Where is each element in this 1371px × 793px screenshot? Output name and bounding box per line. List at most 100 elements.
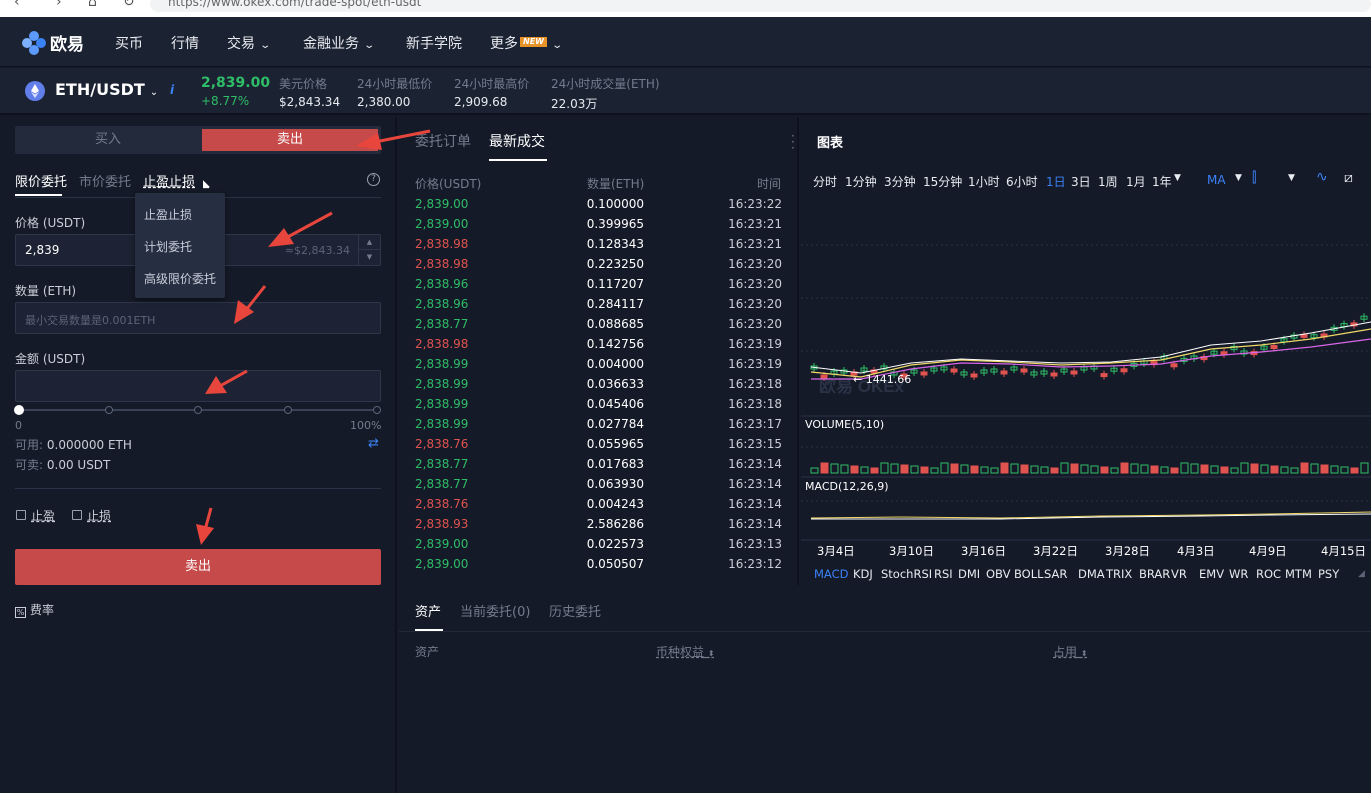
header-occupied[interactable]: 占用 ⬍ bbox=[1053, 643, 1088, 660]
trade-quantity: 0.055965 bbox=[586, 437, 644, 451]
volume-bar bbox=[830, 463, 839, 474]
trade-row: 2,838.93 2.586286 16:23:14 bbox=[399, 517, 799, 537]
available-balance: 可用: 0.000000 ETH bbox=[15, 438, 132, 452]
indicator-option[interactable]: SAR bbox=[1044, 567, 1067, 581]
nav-item-academy[interactable]: 新手学院 bbox=[406, 33, 462, 53]
reload-icon[interactable]: ↻ bbox=[123, 0, 135, 10]
sell-button[interactable]: 卖出 bbox=[15, 549, 381, 585]
brand-logo[interactable]: 欧易 bbox=[22, 30, 84, 55]
tab-stop-order[interactable]: 止盈止损 ◣ bbox=[143, 171, 210, 190]
volume-bar bbox=[1120, 462, 1129, 474]
slider-step-75[interactable] bbox=[284, 406, 292, 414]
indicator-option[interactable]: OBV bbox=[986, 567, 1010, 581]
sellable-balance: 可卖: 0.00 USDT bbox=[15, 458, 111, 472]
nav-item-buy-crypto[interactable]: 买币 bbox=[115, 33, 143, 53]
date-tick-label: 4月3日 bbox=[1177, 544, 1215, 557]
sort-icon: ⬍ bbox=[1080, 649, 1088, 658]
tab-open-orders[interactable]: 当前委托(0) bbox=[460, 601, 530, 620]
header-equity[interactable]: 币种权益 ⬍ bbox=[656, 643, 715, 660]
resize-handle-icon[interactable]: ◢ bbox=[1358, 569, 1365, 579]
volume-bar bbox=[1240, 462, 1249, 474]
tab-order-book[interactable]: 委托订单 bbox=[415, 131, 471, 151]
trade-quantity: 0.399965 bbox=[586, 217, 644, 231]
nav-item-trade[interactable]: 交易 ⌄ bbox=[227, 33, 271, 53]
indicator-option[interactable]: StochRSI bbox=[881, 567, 932, 581]
address-bar[interactable]: https://www.okex.com/trade-spot/eth-usdt bbox=[150, 0, 1371, 12]
back-icon[interactable]: ‹ bbox=[14, 0, 20, 10]
caret-icon: ◣ bbox=[203, 179, 210, 189]
trade-row: 2,838.99 0.036633 16:23:18 bbox=[399, 377, 799, 397]
quantity-input[interactable]: 最小交易数量是0.001ETH bbox=[15, 302, 381, 334]
home-icon[interactable]: ⌂ bbox=[88, 0, 97, 10]
fee-rate-link[interactable]: % 费率 bbox=[15, 601, 54, 618]
trade-time: 16:23:12 bbox=[728, 557, 782, 571]
dropdown-item-advanced-limit[interactable]: 高级限价委托 bbox=[144, 270, 216, 287]
indicator-option[interactable]: BOLL bbox=[1014, 567, 1044, 581]
price-stepper[interactable]: ▲ ▼ bbox=[358, 235, 380, 265]
decrement-icon[interactable]: ▼ bbox=[359, 250, 380, 265]
increment-icon[interactable]: ▲ bbox=[359, 235, 380, 250]
stop-loss-checkbox[interactable] bbox=[72, 510, 82, 520]
take-profit-label[interactable]: 止盈 bbox=[31, 507, 55, 524]
indicator-option[interactable]: TRIX bbox=[1106, 567, 1132, 581]
forward-icon[interactable]: › bbox=[56, 0, 62, 10]
tab-order-history[interactable]: 历史委托 bbox=[549, 601, 601, 620]
tab-market-order[interactable]: 市价委托 bbox=[79, 171, 131, 190]
kline-chart[interactable]: 欧易 OKEx ← 1441.66 VOLUME(5,10) MACD(12,2… bbox=[801, 117, 1371, 557]
volume-bar bbox=[940, 462, 949, 474]
volume-bar bbox=[1200, 464, 1209, 474]
pair-selector[interactable]: ETH/USDT ⌄ bbox=[55, 80, 158, 99]
slider-step-100[interactable] bbox=[373, 406, 381, 414]
volume-bar bbox=[1160, 466, 1169, 474]
trade-price: 2,838.98 bbox=[415, 257, 469, 271]
tab-assets[interactable]: 资产 bbox=[415, 601, 441, 620]
indicator-option[interactable]: EMV bbox=[1199, 567, 1224, 581]
indicator-option[interactable]: ROC bbox=[1256, 567, 1281, 581]
slider-max-label: 100% bbox=[350, 419, 382, 432]
slider-handle[interactable] bbox=[14, 405, 24, 415]
volume-bar bbox=[1040, 466, 1049, 474]
indicator-option[interactable]: DMI bbox=[958, 567, 980, 581]
trade-quantity: 0.022573 bbox=[586, 537, 644, 551]
indicator-option[interactable]: MACD bbox=[814, 567, 848, 581]
more-vertical-icon[interactable]: · · · bbox=[791, 130, 795, 154]
trade-row: 2,839.00 0.050507 16:23:12 bbox=[399, 557, 799, 577]
date-tick-label: 3月16日 bbox=[961, 544, 1006, 557]
sell-tab[interactable]: 卖出 bbox=[202, 129, 378, 151]
buy-tab[interactable]: 买入 bbox=[15, 126, 201, 154]
indicator-option[interactable]: BRAR bbox=[1139, 567, 1170, 581]
volume-bar bbox=[1220, 466, 1229, 474]
amount-input[interactable] bbox=[15, 370, 381, 402]
volume-bar bbox=[1130, 463, 1139, 474]
indicator-option[interactable]: DMA bbox=[1078, 567, 1105, 581]
indicator-option[interactable]: PSY bbox=[1318, 567, 1339, 581]
stop-loss-label[interactable]: 止损 bbox=[87, 507, 111, 524]
nav-item-finance[interactable]: 金融业务 ⌄ bbox=[303, 33, 375, 53]
volume-bar bbox=[970, 465, 979, 474]
candle bbox=[820, 374, 828, 379]
info-icon[interactable]: i bbox=[170, 83, 174, 97]
candle bbox=[1100, 373, 1108, 378]
date-tick-label: 4月15日 bbox=[1321, 544, 1366, 557]
indicator-option[interactable]: WR bbox=[1229, 567, 1248, 581]
indicator-option[interactable]: RSI bbox=[934, 567, 953, 581]
trade-price: 2,838.98 bbox=[415, 337, 469, 351]
trade-price: 2,838.99 bbox=[415, 377, 469, 391]
indicator-option[interactable]: MTM bbox=[1285, 567, 1312, 581]
help-icon[interactable]: ? bbox=[367, 173, 380, 186]
transfer-icon[interactable]: ⇄ bbox=[368, 436, 379, 451]
nav-item-more[interactable]: 更多 NEW ⌄ bbox=[490, 33, 563, 53]
indicator-option[interactable]: VR bbox=[1171, 567, 1187, 581]
volume-label: VOLUME(5,10) bbox=[805, 418, 884, 431]
nav-item-markets[interactable]: 行情 bbox=[171, 33, 199, 53]
ma-line bbox=[810, 328, 1371, 378]
tab-recent-trades[interactable]: 最新成交 bbox=[489, 131, 545, 151]
slider-step-50[interactable] bbox=[194, 406, 202, 414]
tab-limit-order[interactable]: 限价委托 bbox=[15, 171, 67, 190]
slider-step-25[interactable] bbox=[105, 406, 113, 414]
indicator-option[interactable]: KDJ bbox=[853, 567, 873, 581]
dropdown-item-trigger[interactable]: 计划委托 bbox=[144, 238, 192, 255]
trade-row: 2,839.00 0.399965 16:23:21 bbox=[399, 217, 799, 237]
dropdown-item-stop[interactable]: 止盈止损 bbox=[144, 206, 192, 223]
take-profit-checkbox[interactable] bbox=[16, 510, 26, 520]
